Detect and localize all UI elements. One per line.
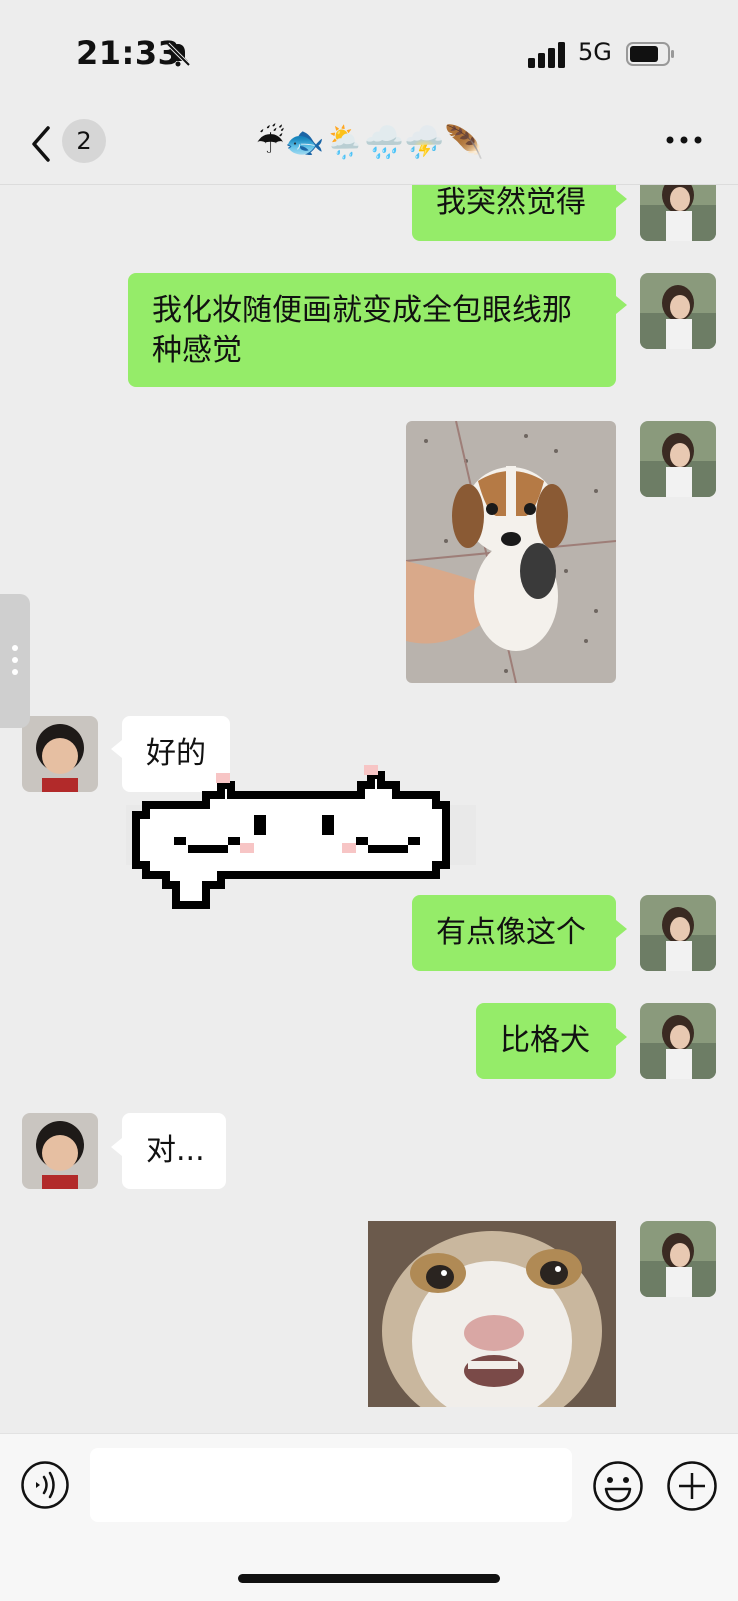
- chat-title: ☔🐟🌦️🌧️⛈️🪶: [256, 123, 484, 161]
- network-type: 5G: [578, 38, 612, 66]
- beagle-puppy-photo[interactable]: [406, 421, 616, 683]
- contact-avatar[interactable]: [22, 716, 98, 792]
- my-avatar[interactable]: [640, 895, 716, 971]
- message-bubble-mine[interactable]: 有点像这个: [412, 895, 616, 971]
- bubble-tail: [111, 740, 122, 758]
- bell-muted-icon: [166, 42, 191, 67]
- home-indicator: [238, 1574, 500, 1583]
- bubble-tail: [111, 1138, 122, 1156]
- message-text: 比格犬: [500, 1023, 590, 1058]
- message-bubble-mine[interactable]: 我化妆随便画就变成全包眼线那种感觉: [128, 273, 616, 387]
- message-text: 对...: [146, 1133, 205, 1168]
- message-text: 有点像这个: [436, 915, 586, 950]
- emoji-icon[interactable]: [592, 1460, 644, 1512]
- contact-avatar[interactable]: [22, 1113, 98, 1189]
- message-bubble-mine[interactable]: 我突然觉得: [412, 185, 616, 241]
- message-bubble-contact[interactable]: 对...: [122, 1113, 226, 1189]
- message-input[interactable]: [90, 1448, 572, 1522]
- vertical-dots-icon: [12, 645, 18, 675]
- my-avatar[interactable]: [640, 421, 716, 497]
- message-input-bar: [0, 1433, 738, 1601]
- plus-icon[interactable]: [666, 1460, 718, 1512]
- more-options-icon[interactable]: [664, 130, 704, 150]
- cat-face-photo[interactable]: [368, 1221, 616, 1407]
- message-text: 我突然觉得: [436, 185, 586, 220]
- message-list[interactable]: 我突然觉得 我化妆随便画就变成全包眼线那种感觉 好的 有点像这个 比格犬 对..…: [0, 185, 738, 1433]
- message-text: 我化妆随便画就变成全包眼线那种感觉: [152, 293, 572, 368]
- my-avatar[interactable]: [640, 273, 716, 349]
- bubble-tail: [616, 190, 627, 208]
- cellular-signal-icon: [528, 42, 565, 68]
- message-bubble-mine[interactable]: 比格犬: [476, 1003, 616, 1079]
- status-bar: 21:33 5G: [0, 0, 738, 110]
- battery-icon: [626, 42, 674, 66]
- voice-input-icon[interactable]: [20, 1460, 70, 1510]
- unread-count-badge[interactable]: 2: [62, 119, 106, 163]
- my-avatar[interactable]: [640, 1221, 716, 1297]
- bubble-tail: [616, 1028, 627, 1046]
- my-avatar[interactable]: [640, 185, 716, 241]
- my-avatar[interactable]: [640, 1003, 716, 1079]
- chat-header: 2 ☔🐟🌦️🌧️⛈️🪶: [0, 110, 738, 185]
- side-drawer-handle[interactable]: [0, 594, 30, 728]
- back-chevron-icon[interactable]: [28, 124, 58, 164]
- bubble-tail: [616, 296, 627, 314]
- bubble-tail: [616, 920, 627, 938]
